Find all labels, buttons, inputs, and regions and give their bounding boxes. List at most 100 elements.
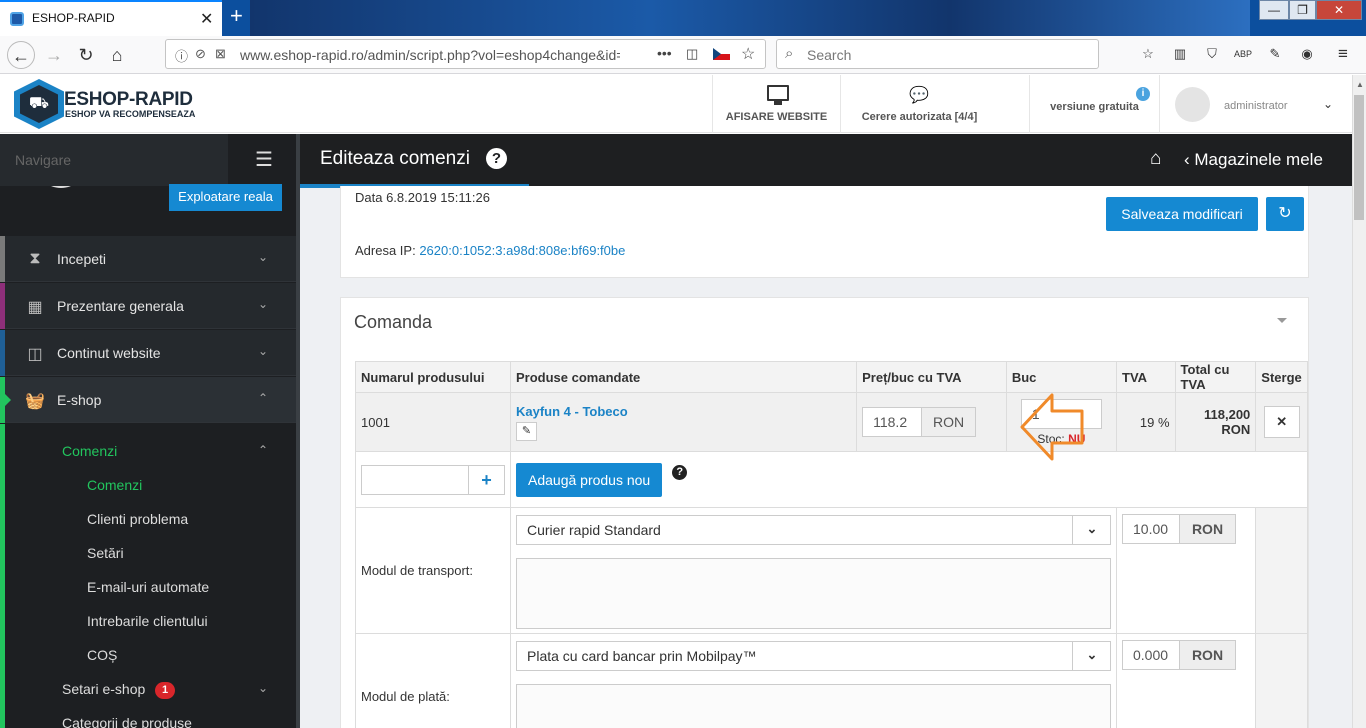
- ublock-icon[interactable]: ⛉: [1203, 45, 1221, 63]
- breadcrumb-magazine[interactable]: ‹ Magazinele mele: [1184, 150, 1323, 170]
- home-icon[interactable]: ⌂: [103, 41, 131, 69]
- delete-button[interactable]: ✕: [1263, 406, 1300, 438]
- adblock-icon[interactable]: ABP: [1234, 45, 1252, 63]
- payment-label: Modul de plată:: [355, 633, 511, 728]
- transport-select[interactable]: Curier rapid Standard: [516, 514, 1111, 545]
- permissions-icon[interactable]: ⊠: [215, 46, 226, 62]
- chevron-up-icon[interactable]: ⌃: [258, 443, 268, 457]
- pocket-icon[interactable]: ◫: [686, 46, 698, 62]
- comanda-card: Comanda Numarul produsului Produse coman…: [340, 297, 1309, 728]
- user-name: administrator: [1224, 100, 1288, 112]
- site-info-icon[interactable]: ⓘ: [175, 46, 188, 65]
- sidebar-item-prezentare[interactable]: ▦ Prezentare generala ⌄: [0, 283, 296, 329]
- translate-icon[interactable]: ✎: [1266, 45, 1284, 63]
- sidebar-sub-emailuri[interactable]: E-mail-uri automate: [87, 579, 209, 595]
- info-icon[interactable]: i: [1136, 87, 1150, 101]
- chevron-up-icon: ⌃: [258, 391, 269, 405]
- payment-price-input[interactable]: 0.000: [1122, 640, 1180, 670]
- reset-icon[interactable]: ↻: [1266, 197, 1304, 231]
- payment-select[interactable]: Plata cu card bancar prin Mobilpay™: [516, 640, 1111, 671]
- browser-toolbar: ← → ↻ ⌂ ⓘ ⊘ ⊠ www.eshop-rapid.ro/admin/s…: [0, 36, 1366, 74]
- product-link[interactable]: Kayfun 4 - Tobeco: [516, 404, 851, 419]
- currency-addon: RON: [921, 407, 977, 437]
- sidebar-sub-setari-eshop[interactable]: Setari e-shop: [62, 681, 145, 697]
- ip-value[interactable]: 2620:0:1052:3:a98d:808e:bf69:f0be: [419, 243, 625, 258]
- minimize-button[interactable]: —: [1259, 0, 1289, 20]
- currency-addon: RON: [1179, 640, 1236, 670]
- sidebar-sub-intrebari[interactable]: Intrebarile clientului: [87, 613, 208, 629]
- search-bar[interactable]: ⌕ Search: [776, 39, 1099, 69]
- save-button[interactable]: Salveaza modificari: [1106, 197, 1258, 231]
- chevron-down-icon: ⌄: [258, 250, 269, 264]
- hamburger-icon[interactable]: ☰: [228, 134, 300, 186]
- afisare-website-label: AFISARE WEBSITE: [725, 111, 828, 123]
- sidebar-sub-cos[interactable]: COȘ: [87, 647, 117, 663]
- afisare-website-button[interactable]: AFISARE WEBSITE: [712, 75, 840, 133]
- home-icon[interactable]: ⌂: [1150, 148, 1161, 170]
- payment-price-cell: 0.000 RON: [1115, 633, 1257, 728]
- browser-tab[interactable]: ESHOP-RAPID ✕: [0, 0, 222, 36]
- price-input[interactable]: 118.2: [862, 407, 923, 437]
- sidebar-sub-comenzi[interactable]: Comenzi: [87, 477, 142, 493]
- czech-flag-icon[interactable]: [713, 48, 730, 60]
- edit-pencil-icon[interactable]: ✎: [516, 421, 537, 441]
- add-product-button[interactable]: Adaugă produs nou: [516, 462, 663, 497]
- annotation-arrow-icon: [1020, 393, 1084, 461]
- maximize-button[interactable]: ❐: [1289, 0, 1316, 20]
- navigare-label: Navigare: [15, 152, 72, 168]
- sidebar-toggle-icon[interactable]: ▥: [1171, 45, 1189, 63]
- sidebar-sub-setari[interactable]: Setări: [87, 545, 124, 561]
- user-menu[interactable]: administrator ⌄: [1159, 75, 1352, 133]
- empty-cell: [1255, 507, 1308, 634]
- sidebar-sub-comenzi-group[interactable]: Comenzi: [62, 443, 117, 459]
- column-header: TVA: [1116, 361, 1176, 393]
- logo-title[interactable]: ESHOP-RAPID: [64, 89, 193, 111]
- help-icon[interactable]: ?: [486, 148, 507, 169]
- cereri-button[interactable]: 💬 Cerere autorizata [4/4]: [840, 75, 998, 133]
- sidebar-sub-clienti-problema[interactable]: Clienti problema: [87, 511, 188, 527]
- transport-price-input[interactable]: 10.00: [1122, 514, 1180, 544]
- chevron-down-icon[interactable]: ⌄: [1072, 514, 1111, 545]
- sidebar-item-incepeti[interactable]: ⧗ Incepeti ⌄: [0, 236, 296, 282]
- logo-icon[interactable]: ⛟: [14, 79, 64, 129]
- menu-icon[interactable]: ≡: [1334, 45, 1352, 63]
- exploatare-reala-button[interactable]: Exploatare reala: [169, 184, 282, 211]
- ip-line: Adresa IP: 2620:0:1052:3:a98d:808e:bf69:…: [355, 243, 625, 258]
- tab-close-icon[interactable]: ✕: [200, 9, 213, 29]
- help-icon[interactable]: ?: [672, 464, 688, 480]
- product-number: 1001: [355, 392, 511, 452]
- sidebar-item-label: Prezentare generala: [57, 298, 184, 314]
- reload-icon[interactable]: ↻: [72, 41, 100, 69]
- sidebar-item-label: Continut website: [57, 345, 161, 361]
- address-bar[interactable]: ⓘ ⊘ ⊠ www.eshop-rapid.ro/admin/script.ph…: [165, 39, 766, 69]
- bookmarks-icon[interactable]: ☆: [1139, 45, 1157, 63]
- forward-icon[interactable]: →: [40, 41, 68, 69]
- back-icon[interactable]: ←: [7, 41, 35, 69]
- chevron-down-icon[interactable]: ⌄: [258, 681, 268, 695]
- scroll-up-icon[interactable]: ▲: [1356, 80, 1364, 89]
- bookmark-star-icon[interactable]: ☆: [741, 44, 755, 64]
- plus-icon[interactable]: +: [468, 464, 505, 495]
- account-icon[interactable]: ◉: [1298, 45, 1316, 63]
- window-close-button[interactable]: ✕: [1316, 0, 1362, 20]
- sidebar-sub-categorii[interactable]: Categorii de produse: [62, 715, 192, 728]
- collapse-caret-icon[interactable]: [1277, 318, 1287, 323]
- page-actions-icon[interactable]: •••: [657, 45, 672, 61]
- item-color-bar: [0, 330, 5, 376]
- logo-subtitle: ESHOP VA RECOMPENSEAZA: [65, 109, 196, 119]
- products-table: Numarul produsului Produse comandate Pre…: [355, 361, 1308, 728]
- order-date: Data 6.8.2019 15:11:26: [355, 190, 490, 205]
- chevron-down-icon[interactable]: ⌄: [1072, 640, 1111, 671]
- scroll-thumb[interactable]: [1354, 95, 1364, 220]
- tracking-protection-icon[interactable]: ⊘: [195, 46, 206, 62]
- chevron-down-icon[interactable]: ⌄: [1323, 97, 1333, 111]
- new-tab-button[interactable]: +: [230, 3, 243, 29]
- payment-notes-textarea[interactable]: [516, 683, 1111, 728]
- versiune-block[interactable]: i versiune gratuita: [1029, 75, 1159, 133]
- add-product-input[interactable]: [361, 464, 469, 495]
- sidebar-item-eshop[interactable]: 🧺 E-shop ⌃: [0, 377, 296, 423]
- url-text[interactable]: www.eshop-rapid.ro/admin/script.php?vol=…: [240, 47, 620, 63]
- sidebar-item-continut[interactable]: ◫ Continut website ⌄: [0, 330, 296, 376]
- transport-notes-textarea[interactable]: [516, 557, 1111, 629]
- page-scrollbar[interactable]: ▲: [1352, 75, 1366, 728]
